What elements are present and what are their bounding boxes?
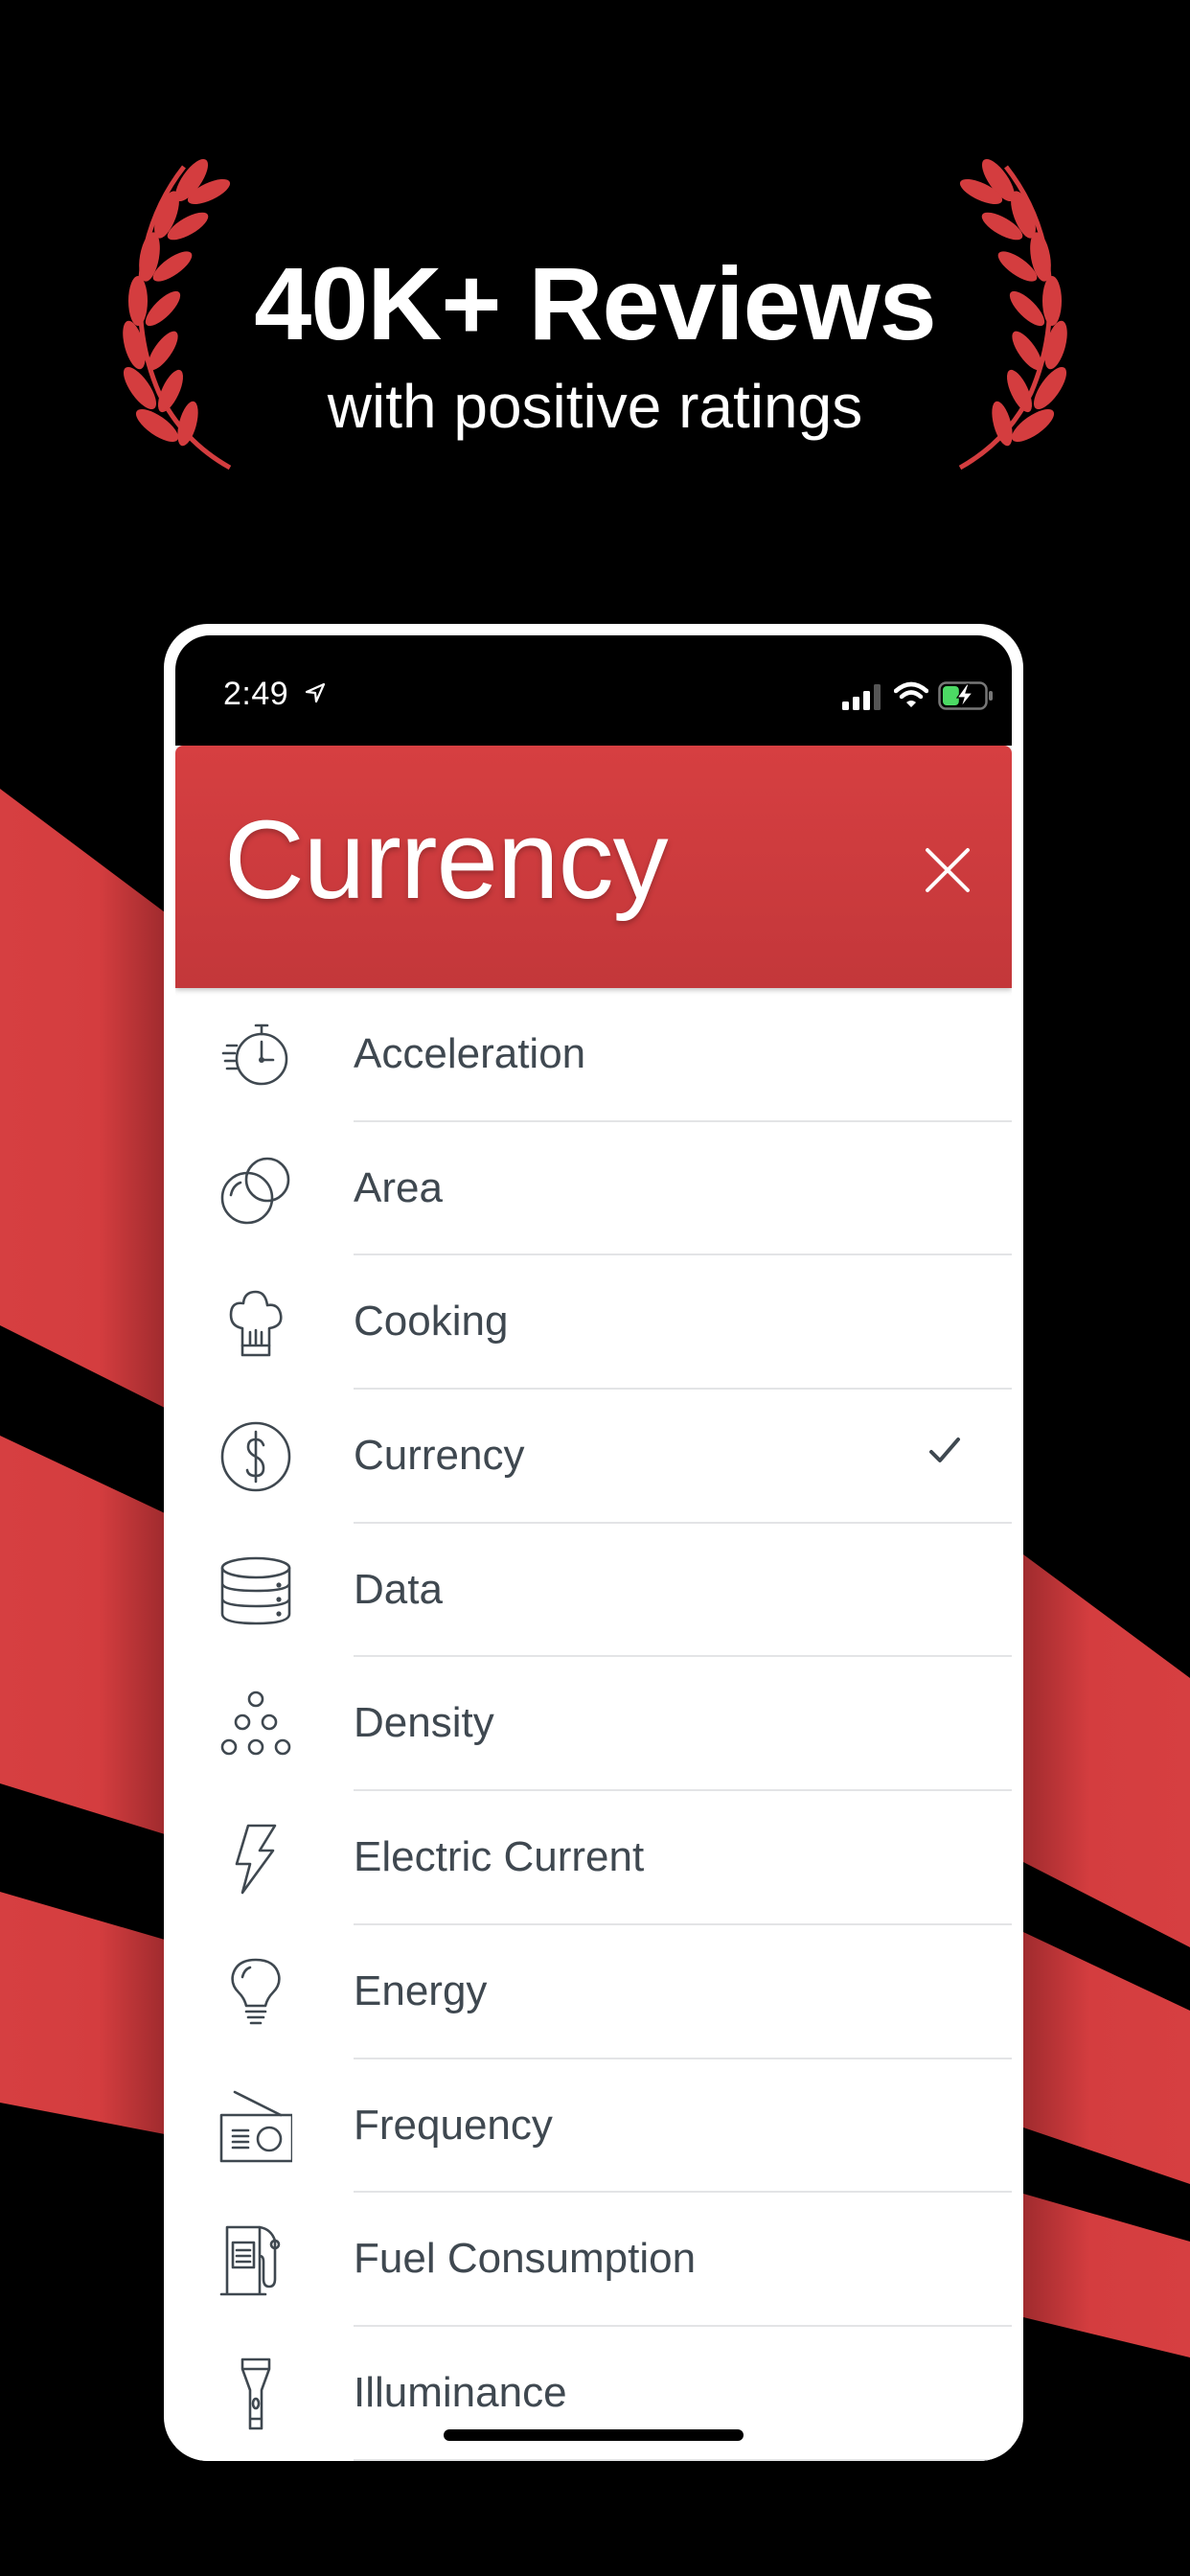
right-stripe-2 bbox=[1023, 1932, 1190, 2184]
list-item[interactable]: Currency bbox=[175, 1390, 1012, 1524]
list-item[interactable]: Energy bbox=[175, 1925, 1012, 2059]
checkmark-icon bbox=[929, 1438, 960, 1463]
location-arrow-icon bbox=[305, 682, 326, 703]
phone-screen: 2:49 Currency Acceleration Area Cooking … bbox=[175, 635, 1012, 2461]
right-stripe-3 bbox=[1023, 2194, 1190, 2358]
lightning-bolt-icon bbox=[235, 1824, 277, 1895]
list-item[interactable]: Acceleration bbox=[175, 988, 1012, 1122]
list-separator bbox=[354, 2458, 1012, 2461]
overlapping-circles-icon bbox=[220, 1157, 290, 1224]
category-list: Acceleration Area Cooking Currency Data … bbox=[175, 988, 1012, 2461]
list-item[interactable]: Frequency bbox=[175, 2059, 1012, 2194]
list-item-label: Data bbox=[354, 1565, 443, 1613]
light-bulb-icon bbox=[231, 1958, 281, 2025]
radio-icon bbox=[219, 2090, 292, 2162]
list-item-label: Cooking bbox=[354, 1298, 509, 1346]
battery-charging-icon bbox=[938, 681, 993, 710]
dollar-coin-icon bbox=[220, 1421, 291, 1492]
list-item-label: Acceleration bbox=[354, 1030, 586, 1077]
sheet-title: Currency bbox=[224, 797, 669, 922]
list-item[interactable]: Fuel Consumption bbox=[175, 2193, 1012, 2327]
list-item-label: Fuel Consumption bbox=[354, 2235, 697, 2283]
promo-subheadline: with positive ratings bbox=[327, 372, 863, 441]
wifi-icon bbox=[894, 681, 928, 707]
list-item[interactable]: Area bbox=[175, 1122, 1012, 1256]
fuel-pump-icon bbox=[219, 2225, 281, 2296]
list-item[interactable]: Data bbox=[175, 1524, 1012, 1658]
list-item[interactable]: Cooking bbox=[175, 1255, 1012, 1391]
left-stripe-1 bbox=[0, 789, 165, 1408]
flashlight-icon bbox=[240, 2358, 271, 2430]
database-icon bbox=[220, 1556, 291, 1625]
list-item-label: Area bbox=[354, 1163, 443, 1211]
battery-level-fill bbox=[943, 686, 959, 705]
list-item-label: Frequency bbox=[354, 2101, 553, 2149]
close-icon[interactable] bbox=[924, 846, 972, 894]
stacked-circles-icon bbox=[220, 1691, 291, 1756]
chef-hat-icon bbox=[229, 1291, 283, 1357]
list-item-label: Currency bbox=[354, 1432, 525, 1480]
list-item-label: Illuminance bbox=[354, 2368, 567, 2416]
signal-strength-icon bbox=[842, 684, 881, 710]
status-bar: 2:49 bbox=[175, 635, 1012, 746]
status-time: 2:49 bbox=[223, 676, 289, 712]
stopwatch-icon bbox=[221, 1024, 288, 1086]
list-item[interactable]: Density bbox=[175, 1657, 1012, 1792]
left-stripe-2 bbox=[0, 1436, 165, 1834]
right-stripe-1 bbox=[1023, 1554, 1190, 1947]
list-item-label: Electric Current bbox=[354, 1833, 645, 1881]
sheet-header: Currency bbox=[175, 746, 1012, 988]
list-item[interactable]: Electric Current bbox=[175, 1791, 1012, 1925]
phone-frame: 2:49 Currency Acceleration Area Cooking … bbox=[164, 624, 1023, 2461]
left-stripe-3 bbox=[0, 1892, 165, 2134]
promo-headline: 40K+ Reviews bbox=[254, 245, 936, 361]
list-item-label: Density bbox=[354, 1699, 494, 1747]
home-indicator[interactable] bbox=[444, 2429, 744, 2441]
list-item-label: Energy bbox=[354, 1966, 488, 2014]
